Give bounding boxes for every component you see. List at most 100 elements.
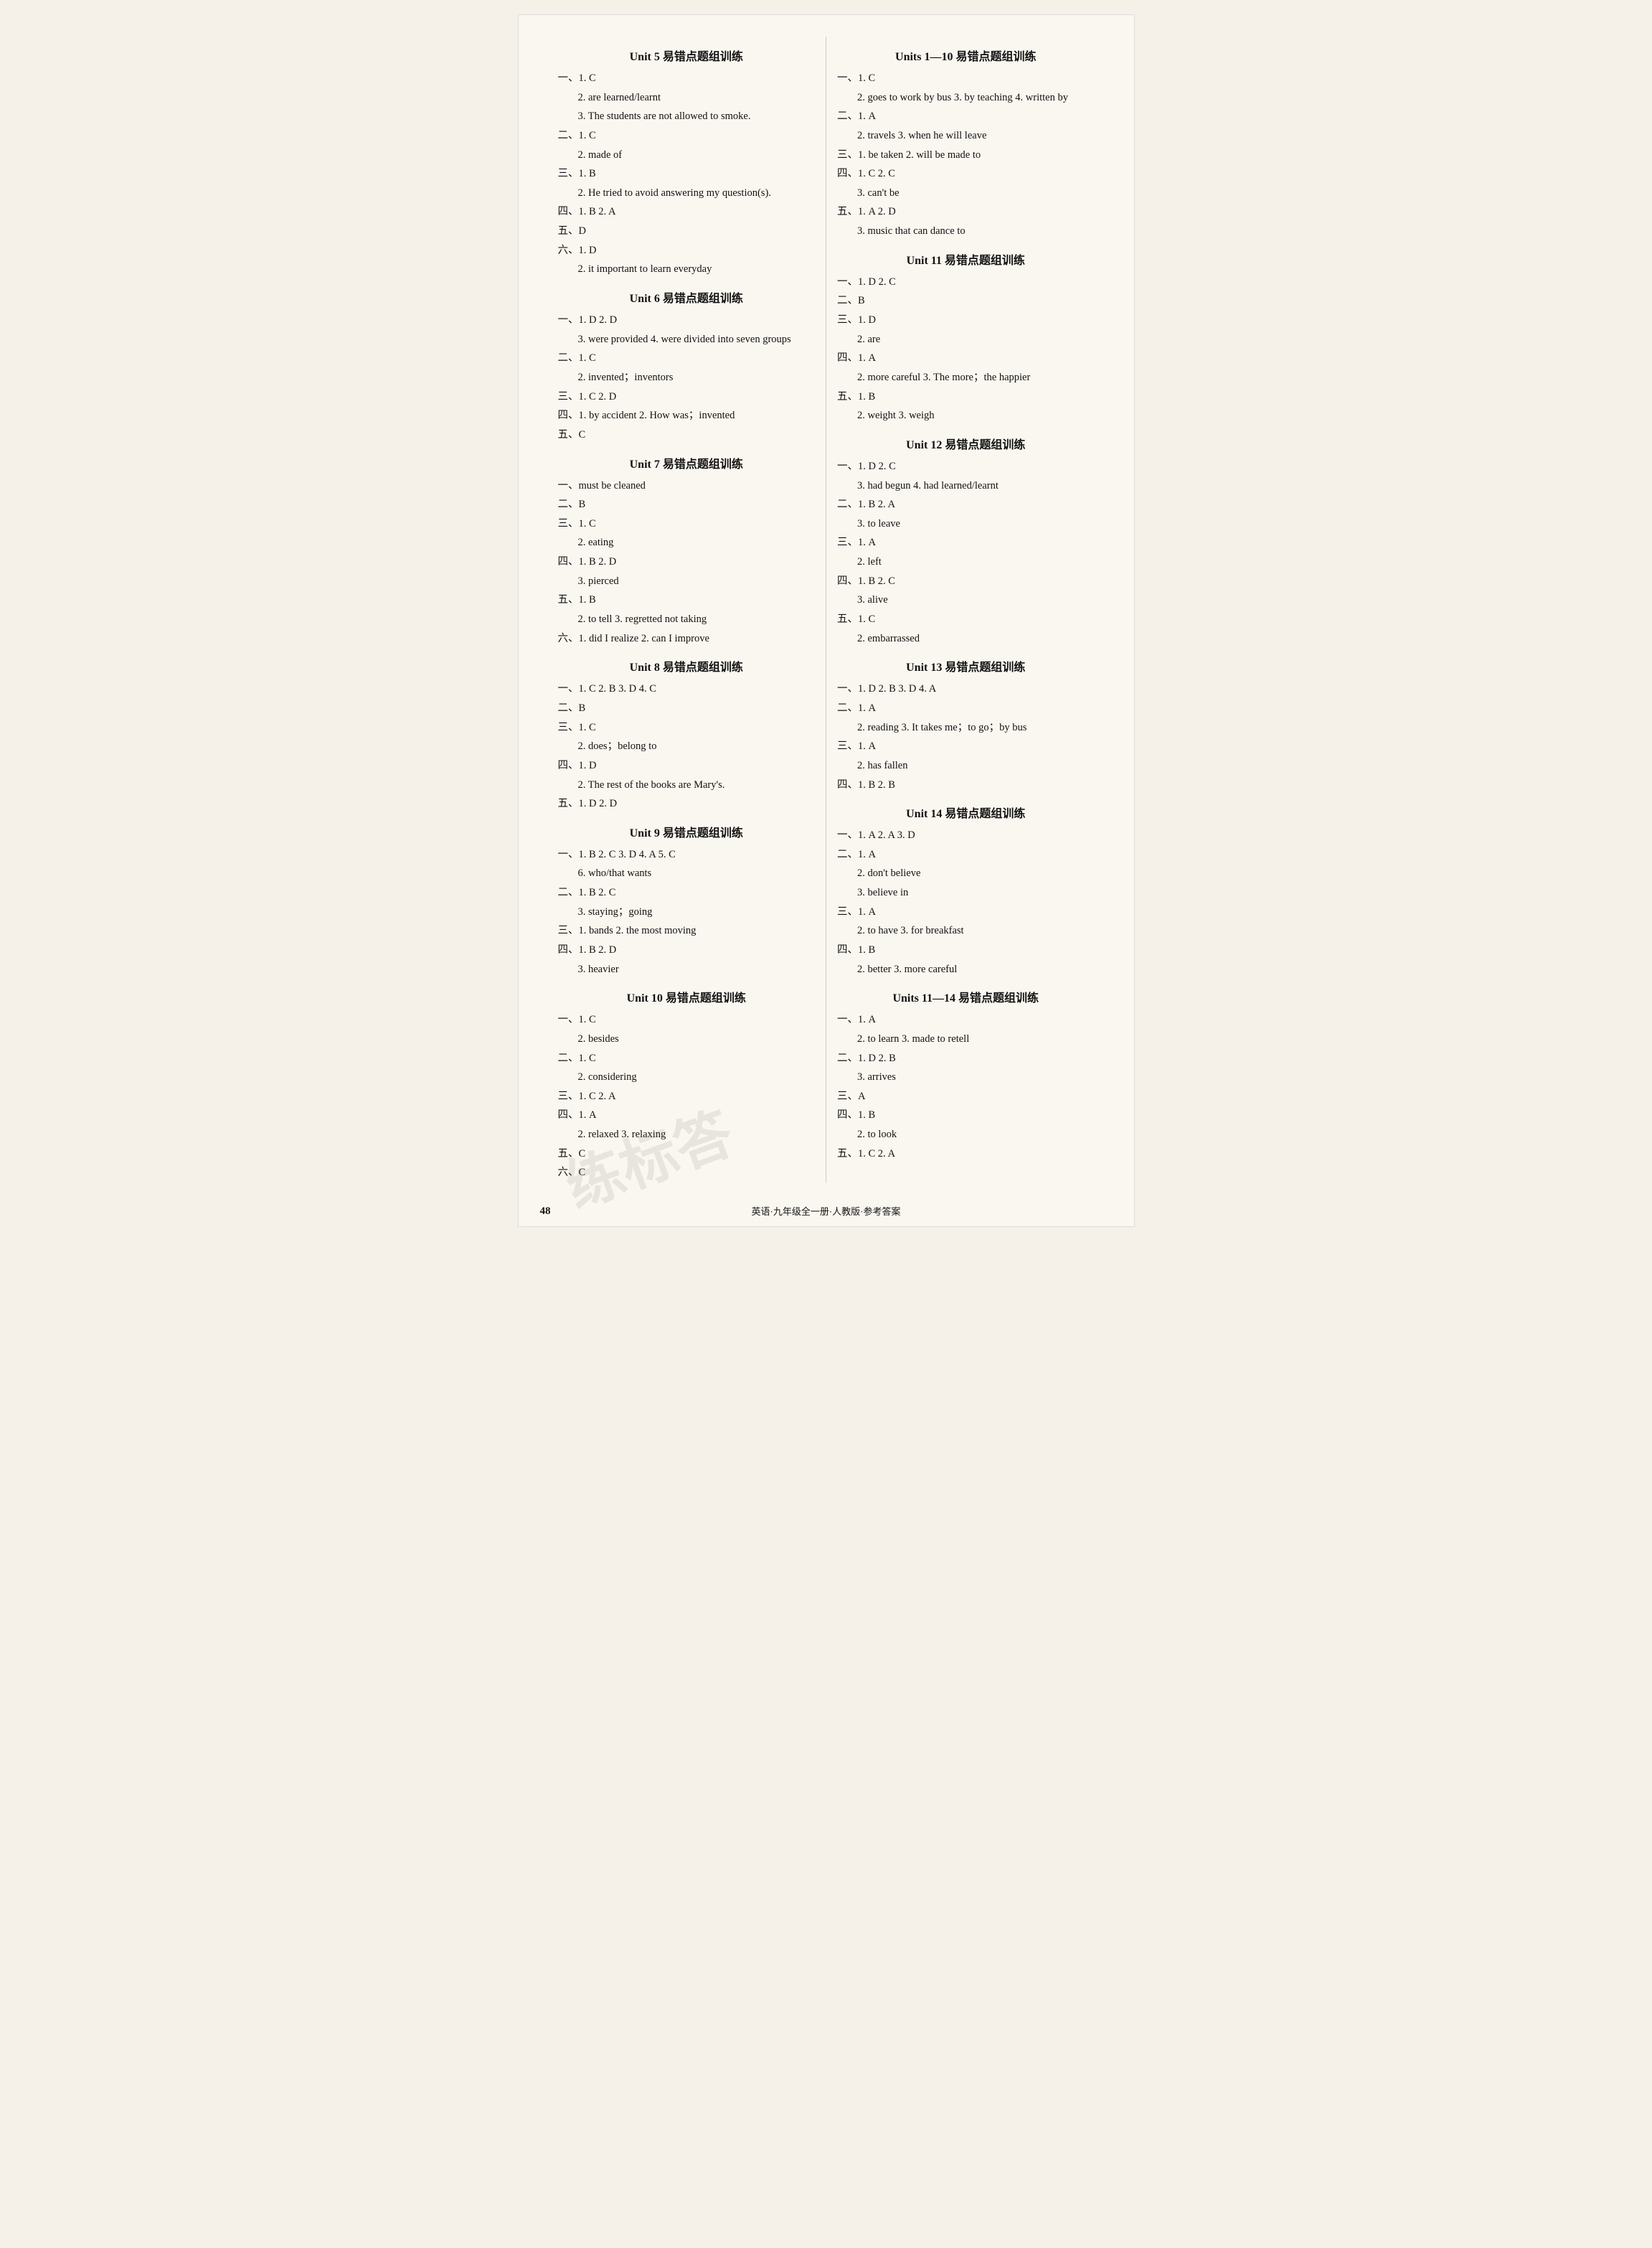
entry: 二、1. B 2. C (558, 884, 816, 902)
entry: 一、1. C (837, 70, 1095, 88)
entry: 2. invented；inventors (578, 369, 816, 387)
entry: 2. to learn 3. made to retell (857, 1030, 1095, 1048)
section-title: Unit 6 易错点题组训练 (558, 288, 816, 306)
entry: 2. The rest of the books are Mary's. (578, 776, 816, 794)
entry: 四、1. B 2. D (558, 941, 816, 959)
entry: 2. does；belong to (578, 738, 816, 756)
entry: 2. are learned/learnt (578, 89, 816, 107)
entry: 2. made of (578, 146, 816, 164)
entry: 四、1. B (837, 941, 1095, 959)
entry: 五、1. C 2. A (837, 1145, 1095, 1163)
entry: 五、1. C (837, 611, 1095, 629)
entry: 二、1. C (558, 1050, 816, 1068)
entry: 一、1. C (558, 70, 816, 88)
entry: 2. besides (578, 1030, 816, 1048)
entry: 一、1. D 2. B 3. D 4. A (837, 680, 1095, 698)
entry: 2. embarrassed (857, 630, 1095, 648)
entry: 2. more careful 3. The more；the happier (857, 369, 1095, 387)
entry: 二、1. A (837, 700, 1095, 718)
entry: 3. had begun 4. had learned/learnt (857, 477, 1095, 495)
entry: 六、C (558, 1164, 816, 1182)
section-title: Unit 13 易错点题组训练 (837, 657, 1095, 674)
entry: 三、1. A (837, 534, 1095, 552)
entry: 五、C (558, 1145, 816, 1163)
section-title: Unit 11 易错点题组训练 (837, 250, 1095, 268)
entry: 2. reading 3. It takes me；to go；by bus (857, 719, 1095, 737)
section-title: Units 11—14 易错点题组训练 (837, 988, 1095, 1005)
entry: 2. weight 3. weigh (857, 407, 1095, 425)
entry: 三、1. C (558, 719, 816, 737)
entry: 2. to tell 3. regretted not taking (578, 611, 816, 629)
entry: 3. alive (857, 591, 1095, 609)
entry: 2. goes to work by bus 3. by teaching 4.… (857, 89, 1095, 107)
entry: 五、1. A 2. D (837, 203, 1095, 221)
entry: 三、1. C 2. D (558, 388, 816, 406)
entry: 四、1. A (837, 349, 1095, 367)
entry: 四、1. B 2. A (558, 203, 816, 221)
entry: 五、1. B (837, 388, 1095, 406)
entry: 二、B (558, 496, 816, 514)
entry: 2. eating (578, 534, 816, 552)
entry: 一、1. D 2. D (558, 311, 816, 329)
entry: 二、1. B 2. A (837, 496, 1095, 514)
entry: 二、1. C (558, 127, 816, 145)
entry: 2. He tried to avoid answering my questi… (578, 184, 816, 202)
entry: 二、1. A (837, 846, 1095, 864)
entry: 三、1. D (837, 311, 1095, 329)
section-title: Unit 12 易错点题组训练 (837, 435, 1095, 452)
page: Unit 5 易错点题组训练一、1. C2. are learned/learn… (518, 14, 1135, 1227)
entry: 2. considering (578, 1068, 816, 1086)
entry: 一、1. D 2. C (837, 273, 1095, 291)
entry: 2. it important to learn everyday (578, 260, 816, 278)
entry: 3. pierced (578, 573, 816, 591)
entry: 一、1. A 2. A 3. D (837, 827, 1095, 845)
entry: 3. can't be (857, 184, 1095, 202)
entry: 四、1. A (558, 1106, 816, 1124)
entry: 二、1. C (558, 349, 816, 367)
section-title: Unit 10 易错点题组训练 (558, 988, 816, 1005)
entry: 3. believe in (857, 884, 1095, 902)
entry: 2. to look (857, 1126, 1095, 1144)
section-title: Unit 5 易错点题组训练 (558, 47, 816, 64)
entry: 二、1. A (837, 108, 1095, 126)
entry: 3. were provided 4. were divided into se… (578, 331, 816, 349)
entry: 2. travels 3. when he will leave (857, 127, 1095, 145)
entry: 四、1. D (558, 757, 816, 775)
entry: 3. The students are not allowed to smoke… (578, 108, 816, 126)
entry: 三、A (837, 1088, 1095, 1106)
entry: 2. left (857, 553, 1095, 571)
entry: 二、B (558, 700, 816, 718)
entry: 一、must be cleaned (558, 477, 816, 495)
entry: 一、1. B 2. C 3. D 4. A 5. C (558, 846, 816, 864)
section-title: Unit 9 易错点题组训练 (558, 823, 816, 840)
entry: 3. to leave (857, 515, 1095, 533)
section-title: Units 1—10 易错点题组训练 (837, 47, 1095, 64)
entry: 三、1. be taken 2. will be made to (837, 146, 1095, 164)
entry: 一、1. A (837, 1011, 1095, 1029)
entry: 三、1. bands 2. the most moving (558, 922, 816, 940)
entry: 2. relaxed 3. relaxing (578, 1126, 816, 1144)
entry: 一、1. C (558, 1011, 816, 1029)
section-title: Unit 8 易错点题组训练 (558, 657, 816, 674)
entry: 四、1. by accident 2. How was；invented (558, 407, 816, 425)
entry: 六、1. did I realize 2. can I improve (558, 630, 816, 648)
entry: 五、C (558, 426, 816, 444)
entry: 2. are (857, 331, 1095, 349)
entry: 三、1. C (558, 515, 816, 533)
entry: 2. has fallen (857, 757, 1095, 775)
entry: 五、D (558, 222, 816, 240)
entry: 四、1. C 2. C (837, 165, 1095, 183)
entry: 二、B (837, 292, 1095, 310)
entry: 3. arrives (857, 1068, 1095, 1086)
entry: 三、1. A (837, 903, 1095, 921)
entry: 三、1. C 2. A (558, 1088, 816, 1106)
entry: 3. heavier (578, 961, 816, 979)
entry: 三、1. A (837, 738, 1095, 756)
left-column: Unit 5 易错点题组训练一、1. C2. are learned/learn… (547, 37, 827, 1183)
entry: 六、1. D (558, 242, 816, 260)
entry: 3. music that can dance to (857, 222, 1095, 240)
section-title: Unit 7 易错点题组训练 (558, 454, 816, 471)
entry: 三、1. B (558, 165, 816, 183)
entry: 一、1. C 2. B 3. D 4. C (558, 680, 816, 698)
entry: 6. who/that wants (578, 865, 816, 883)
